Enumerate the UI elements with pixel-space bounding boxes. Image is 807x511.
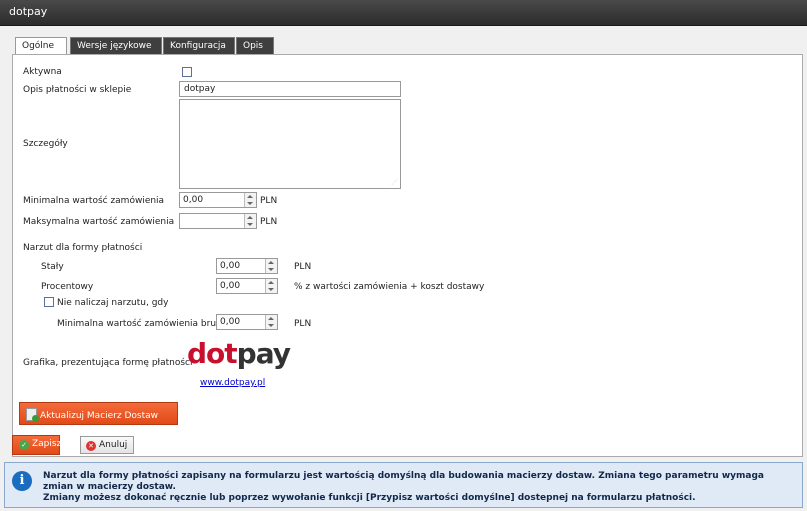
dotpay-website-link[interactable]: www.dotpay.pl (200, 378, 265, 388)
min-order-currency: PLN (260, 196, 278, 206)
update-matrix-button-label: Aktualizuj Macierz Dostaw (40, 411, 158, 421)
graphic-label: Grafika, prezentująca formę płatności (23, 358, 193, 368)
fixed-surcharge-label: Stały (41, 262, 64, 272)
info-message: i Narzut dla formy płatności zapisany na… (4, 462, 803, 508)
tab-configuration[interactable]: Konfiguracja (163, 37, 235, 55)
info-icon: i (12, 471, 32, 491)
update-matrix-button[interactable]: Aktualizuj Macierz Dostaw (19, 402, 178, 425)
percent-surcharge-spinner[interactable]: 0,00 (216, 278, 278, 294)
min-gross-spinner[interactable]: 0,00 (216, 314, 278, 330)
details-textarea[interactable]: ⋰ (179, 99, 401, 189)
dotpay-logo: dotpay (187, 337, 291, 370)
spinner-arrows-icon[interactable] (244, 193, 256, 207)
active-checkbox[interactable] (182, 67, 192, 77)
max-order-spinner[interactable] (179, 213, 257, 229)
active-label: Aktywna (23, 67, 62, 77)
no-surcharge-checkbox[interactable] (44, 297, 54, 307)
spinner-arrows-icon[interactable] (265, 259, 277, 273)
info-text: Narzut dla formy płatności zapisany na f… (43, 471, 783, 504)
min-order-label: Minimalna wartość zamówienia (23, 196, 165, 206)
tab-language-versions[interactable]: Wersje językowe (70, 37, 162, 55)
spinner-arrows-icon[interactable] (265, 279, 277, 293)
percent-surcharge-value: 0,00 (220, 281, 241, 291)
fixed-surcharge-currency: PLN (294, 262, 312, 272)
info-line-2: Zmiany możesz dokonać ręcznie lub poprze… (43, 493, 696, 503)
document-refresh-icon (26, 408, 39, 422)
min-order-value: 0,00 (183, 195, 204, 205)
save-button[interactable]: ✓ Zapisz (12, 435, 62, 455)
min-gross-currency: PLN (294, 319, 312, 329)
description-label: Opis płatności w sklepie (23, 85, 132, 95)
cancel-button-label: Anuluj (99, 440, 128, 450)
percent-surcharge-suffix: % z wartości zamówienia + koszt dostawy (294, 282, 485, 292)
min-gross-label: Minimalna wartość zamówienia brutto (57, 319, 229, 329)
fixed-surcharge-value: 0,00 (220, 261, 241, 271)
description-input[interactable]: dotpay (179, 81, 401, 97)
window-titlebar: dotpay (0, 0, 807, 26)
save-button-label: Zapisz (32, 439, 62, 449)
max-order-label: Maksymalna wartość zamówienia (23, 217, 175, 227)
close-icon: ✕ (86, 441, 96, 451)
info-line-1: Narzut dla formy płatności zapisany na f… (43, 471, 764, 492)
spinner-arrows-icon[interactable] (265, 315, 277, 329)
dialog-window: Ogólne Wersje językowe Konfiguracja Opis… (0, 26, 807, 511)
percent-surcharge-label: Procentowy (41, 282, 94, 292)
logo-part-pay: pay (236, 337, 291, 370)
surcharge-header: Narzut dla formy płatności (23, 243, 143, 253)
resize-grip-icon[interactable]: ⋰ (391, 180, 398, 187)
details-label: Szczegóły (23, 139, 68, 149)
tab-panel-general: Aktywna Opis płatności w sklepie dotpay … (12, 54, 803, 457)
no-surcharge-label: Nie naliczaj narzutu, gdy (57, 298, 169, 308)
cancel-button[interactable]: ✕ Anuluj (80, 436, 134, 454)
spinner-arrows-icon[interactable] (244, 214, 256, 228)
tab-description[interactable]: Opis (236, 37, 274, 55)
max-order-currency: PLN (260, 217, 278, 227)
checkmark-icon: ✓ (19, 440, 29, 450)
min-order-spinner[interactable]: 0,00 (179, 192, 257, 208)
fixed-surcharge-spinner[interactable]: 0,00 (216, 258, 278, 274)
logo-part-dot: dot (187, 337, 238, 370)
min-gross-value: 0,00 (220, 317, 241, 327)
window-title: dotpay (9, 5, 48, 18)
